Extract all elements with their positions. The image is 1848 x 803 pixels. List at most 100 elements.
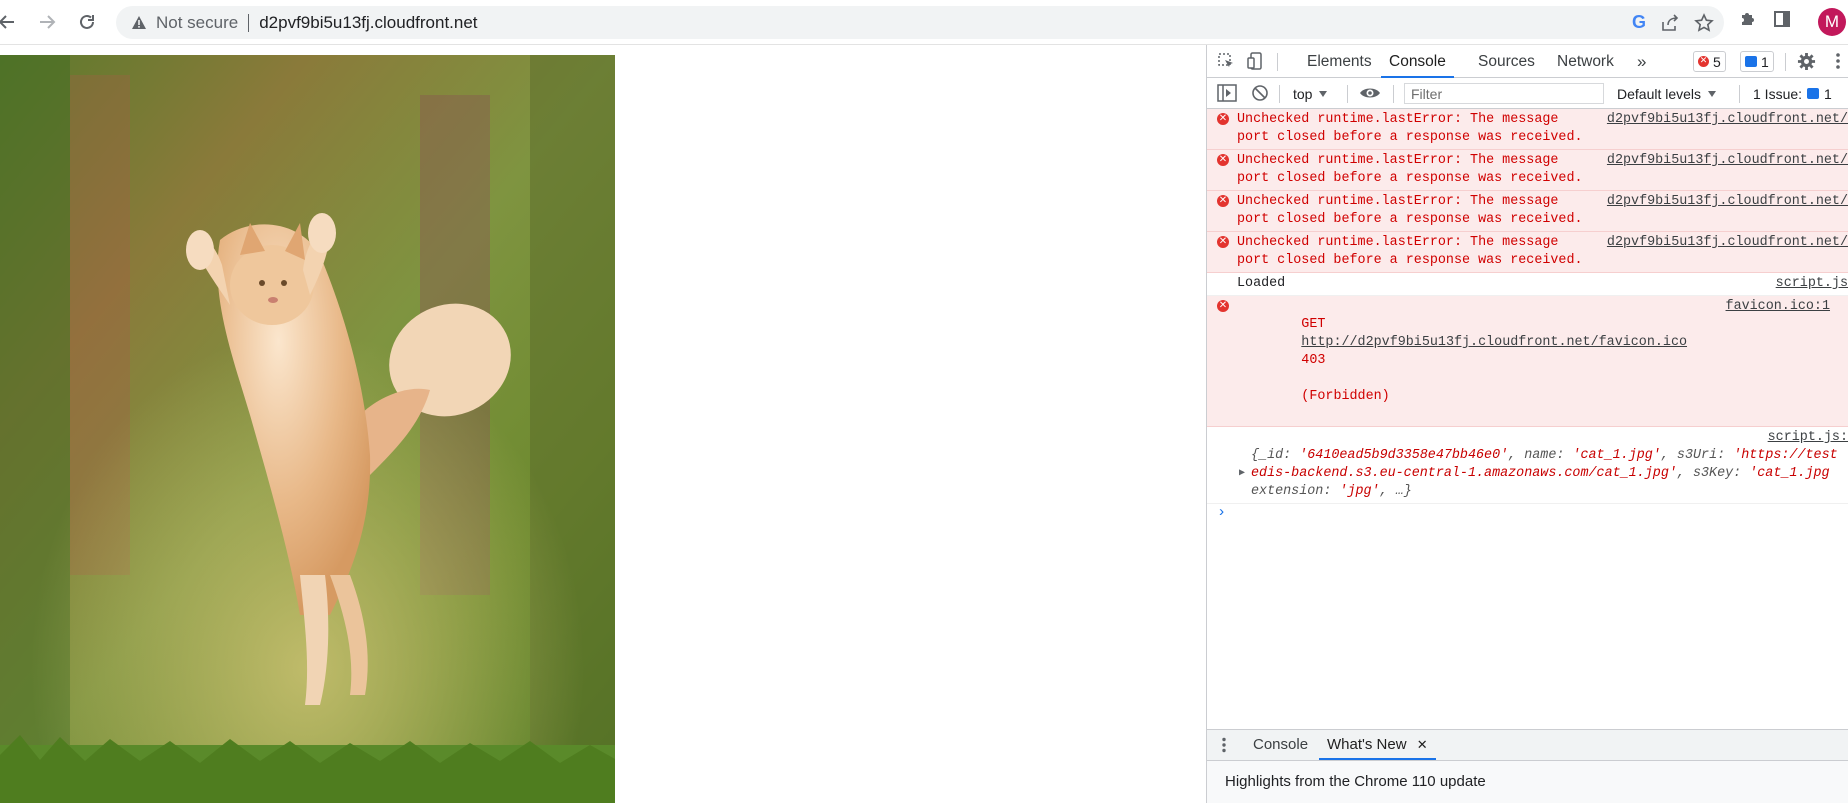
request-url-link[interactable]: http://d2pvf9bi5u13fj.cloudfront.net/fav… [1301,335,1687,350]
error-circle-icon: ✕ [1217,195,1229,207]
back-button[interactable] [0,9,20,35]
inspect-element-icon[interactable] [1217,52,1235,70]
url-text[interactable]: d2pvf9bi5u13fj.cloudfront.net [259,13,477,33]
error-circle-icon: ✕ [1217,154,1229,166]
cat-photo-graphic [0,55,615,803]
devtools-panel: Elements Console Sources Network » ✕ 5 1 [1206,45,1848,803]
divider [1279,85,1280,103]
source-link[interactable]: script.js [1776,275,1848,293]
error-circle-icon: ✕ [1217,113,1229,125]
drawer-tab-console[interactable]: Console [1253,730,1308,760]
tab-sources[interactable]: Sources [1478,45,1535,78]
extensions-puzzle-icon[interactable] [1738,9,1758,29]
expand-triangle-icon[interactable]: ▶ [1239,465,1245,483]
tab-console[interactable]: Console [1381,45,1454,78]
reload-icon [80,14,94,29]
dropdown-arrow-icon [1708,90,1717,97]
drawer-menu-icon[interactable] [1221,737,1227,753]
error-count-badge[interactable]: ✕ 5 [1693,51,1726,72]
message-icon [1745,56,1757,67]
settings-gear-icon[interactable] [1797,52,1816,71]
error-count: 5 [1713,53,1721,70]
tab-elements[interactable]: Elements [1307,45,1372,78]
error-circle-icon: ✕ [1217,300,1229,312]
address-bar[interactable]: Not secure d2pvf9bi5u13fj.cloudfront.net… [116,6,1724,39]
drawer-tab-label: What's New [1327,736,1407,753]
context-label: top [1293,85,1313,102]
console-prompt[interactable]: › [1207,504,1848,521]
console-error-message[interactable]: ✕ Unchecked runtime.lastError: The messa… [1207,232,1848,273]
error-text: Unchecked runtime.lastError: The message… [1237,235,1583,268]
message-count: 1 [1761,53,1769,70]
http-status-text: (Forbidden) [1301,389,1390,404]
divider [1393,85,1394,103]
clear-console-icon[interactable] [1251,84,1269,102]
share-icon[interactable] [1660,13,1680,33]
error-text: Unchecked runtime.lastError: The message… [1237,153,1583,186]
log-levels-label: Default levels [1617,85,1702,102]
divider [1785,53,1786,71]
issues-label: 1 Issue: [1753,85,1803,102]
object-preview-line-3: extension: 'jpg', …} [1251,484,1412,499]
divider [1347,85,1348,103]
close-icon[interactable]: ✕ [1417,738,1428,753]
more-options-icon[interactable] [1835,52,1841,70]
console-messages: ✕ Unchecked runtime.lastError: The messa… [1207,109,1848,521]
console-toolbar: top Default levels 1 Issue: 1 [1207,78,1848,109]
console-error-message[interactable]: ✕ Unchecked runtime.lastError: The messa… [1207,150,1848,191]
tab-network[interactable]: Network [1557,45,1614,78]
highlights-text: Highlights from the Chrome 110 update [1225,773,1486,790]
divider [1739,85,1740,103]
bookmark-star-icon[interactable] [1694,12,1714,33]
profile-avatar[interactable]: M [1818,8,1846,36]
source-link[interactable]: d2pvf9bi5u13fj.cloudfront.net/ [1607,234,1848,252]
message-count-badge[interactable]: 1 [1740,51,1774,72]
google-icon[interactable]: G [1632,12,1646,33]
filter-input[interactable] [1404,83,1604,104]
source-link[interactable]: favicon.ico:1 [1726,298,1830,316]
object-preview-line-1: {_id: '6410ead5b9d3358e47bb46e0', name: … [1251,448,1838,463]
console-network-error[interactable]: ✕ GET http://d2pvf9bi5u13fj.cloudfront.n… [1207,296,1848,427]
issues-button[interactable]: 1 Issue: 1 [1753,83,1832,104]
page-content [0,45,1206,803]
console-error-message[interactable]: ✕ Unchecked runtime.lastError: The messa… [1207,109,1848,150]
http-method: GET [1301,317,1326,332]
dropdown-arrow-icon [1319,90,1328,97]
error-circle-icon: ✕ [1217,236,1229,248]
log-levels-dropdown[interactable]: Default levels [1617,83,1717,104]
browser-toolbar: Not secure d2pvf9bi5u13fj.cloudfront.net… [0,0,1848,45]
forward-arrow-icon [40,15,56,29]
source-link[interactable]: d2pvf9bi5u13fj.cloudfront.net/ [1607,111,1848,129]
issues-count: 1 [1824,85,1832,102]
error-circle-icon: ✕ [1698,56,1709,67]
source-link[interactable]: d2pvf9bi5u13fj.cloudfront.net/ [1607,152,1848,170]
device-toolbar-icon[interactable] [1247,52,1265,70]
context-selector[interactable]: top [1293,83,1328,104]
log-text: Loaded [1237,276,1286,291]
drawer-tab-bar: Console What's New ✕ [1207,729,1848,761]
issue-message-icon [1807,88,1820,99]
divider [248,13,250,32]
console-object-log[interactable]: script.js: {_id: '6410ead5b9d3358e47bb46… [1207,427,1848,504]
reload-button[interactable] [74,9,100,35]
console-error-message[interactable]: ✕ Unchecked runtime.lastError: The messa… [1207,191,1848,232]
http-status: 403 [1301,353,1326,368]
whats-new-panel: Highlights from the Chrome 110 update [1207,761,1848,803]
forward-button[interactable] [34,9,60,35]
back-arrow-icon [0,15,14,29]
object-preview-line-2[interactable]: ▶ edis-backend.s3.eu-central-1.amazonaws… [1239,465,1848,483]
sidebar-toggle-icon[interactable] [1217,84,1237,102]
warning-icon[interactable] [130,14,148,32]
cat-image [0,55,615,803]
more-tabs-button[interactable]: » [1637,45,1646,78]
security-label[interactable]: Not secure [156,13,238,33]
source-link[interactable]: script.js: [1768,429,1848,447]
devtools-tab-bar: Elements Console Sources Network » ✕ 5 1 [1207,45,1848,78]
error-text: Unchecked runtime.lastError: The message… [1237,194,1583,227]
error-text: Unchecked runtime.lastError: The message… [1237,112,1583,145]
console-log-message[interactable]: Loaded script.js [1207,273,1848,296]
drawer-tab-whats-new[interactable]: What's New ✕ [1319,730,1436,760]
side-panel-icon[interactable] [1772,9,1792,29]
source-link[interactable]: d2pvf9bi5u13fj.cloudfront.net/ [1607,193,1848,211]
live-expression-eye-icon[interactable] [1359,84,1381,102]
